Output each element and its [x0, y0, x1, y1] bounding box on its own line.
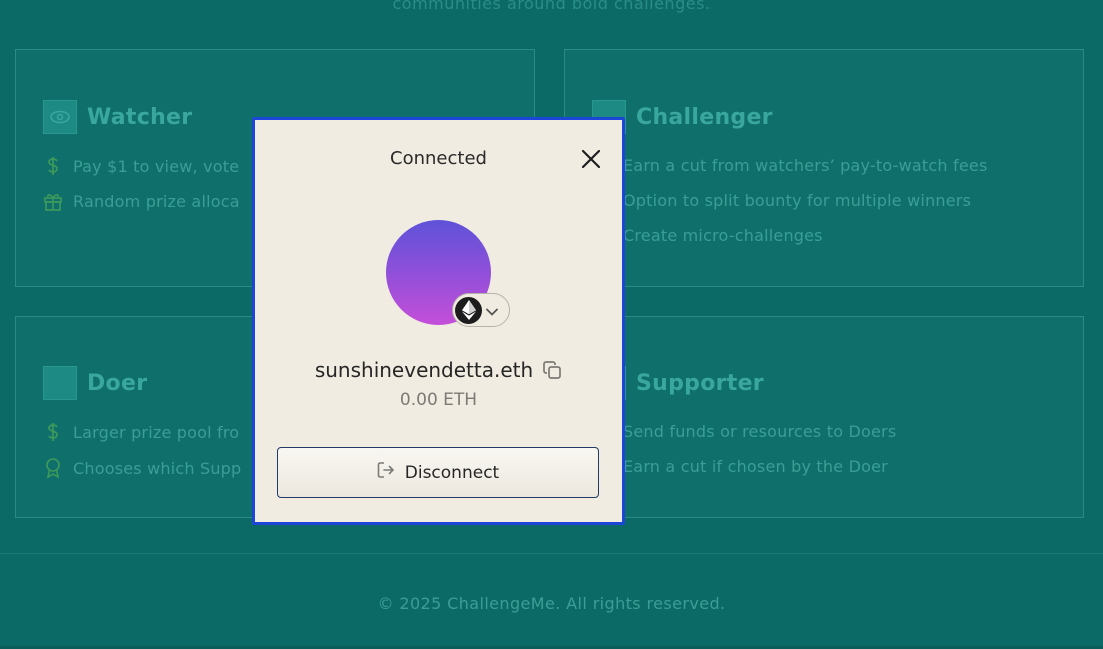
gift-icon — [43, 191, 63, 211]
card-supporter-title: Supporter — [636, 370, 764, 396]
card-doer-header: Doer — [43, 366, 147, 400]
challenger-line-2: Option to split bounty for multiple winn… — [623, 191, 971, 210]
challenger-line-1: Earn a cut from watchers’ pay-to-watch f… — [623, 156, 987, 175]
card-watcher-title: Watcher — [87, 104, 193, 130]
ens-name: sunshinevendetta.eth — [314, 358, 534, 382]
card-doer-title: Doer — [87, 370, 148, 396]
ethereum-icon — [455, 296, 482, 324]
card-watcher-header: Watcher — [43, 100, 192, 134]
card-challenger-title: Challenger — [636, 104, 773, 130]
watcher-line-2: Random prize alloca — [43, 191, 240, 211]
doer-line-1: Larger prize pool fro — [43, 422, 239, 442]
footer-divider — [0, 553, 1103, 554]
ens-row: sunshinevendetta.eth — [255, 358, 622, 382]
disconnect-label: Disconnect — [404, 462, 500, 483]
wallet-connected-modal: Connected sunshinevendetta.eth 0.00 ETH … — [252, 117, 625, 525]
footer-copyright: © 2025 ChallengeMe. All rights reserved. — [377, 594, 726, 613]
award-icon — [43, 457, 63, 479]
eth-balance: 0.00 ETH — [399, 390, 478, 410]
copy-icon[interactable] — [542, 360, 562, 380]
challenger-line-3: Create micro-challenges — [623, 226, 823, 245]
chain-selector[interactable] — [452, 293, 510, 327]
doer-line-2: Chooses which Supp — [43, 457, 241, 479]
modal-title: Connected — [390, 148, 487, 169]
watcher-line-1: Pay $1 to view, vote — [43, 156, 239, 176]
challenger-line-2-text: Option to split bounty for multiple winn… — [623, 191, 972, 210]
dollar-icon — [43, 156, 63, 176]
intro-text: communities around bold challenges. — [392, 0, 711, 13]
disconnect-button[interactable]: Disconnect — [277, 447, 599, 498]
logout-icon — [377, 461, 395, 484]
supporter-line-1: Send funds or resources to Doers — [623, 422, 896, 441]
person-icon — [43, 366, 77, 400]
close-icon — [581, 149, 601, 169]
card-supporter: Supporter Send funds or resources to Doe… — [564, 316, 1084, 518]
chevron-down-icon — [486, 301, 498, 320]
watcher-line-1-text: Pay $1 to view, vote — [73, 156, 240, 176]
supporter-line-1-text: Send funds or resources to Doers — [623, 422, 897, 441]
challenger-line-1-text: Earn a cut from watchers’ pay-to-watch f… — [623, 156, 988, 175]
eye-icon — [43, 100, 77, 134]
dollar-icon — [43, 422, 63, 442]
supporter-line-2: Earn a cut if chosen by the Doer — [623, 457, 888, 476]
doer-line-1-text: Larger prize pool fro — [73, 422, 240, 442]
watcher-line-2-text: Random prize alloca — [73, 191, 240, 211]
challenger-line-3-text: Create micro-challenges — [623, 226, 823, 245]
close-button[interactable] — [581, 149, 601, 169]
card-challenger: Challenger Earn a cut from watchers’ pay… — [564, 49, 1084, 287]
doer-line-2-text: Chooses which Supp — [73, 458, 242, 478]
supporter-line-2-text: Earn a cut if chosen by the Doer — [623, 457, 888, 476]
